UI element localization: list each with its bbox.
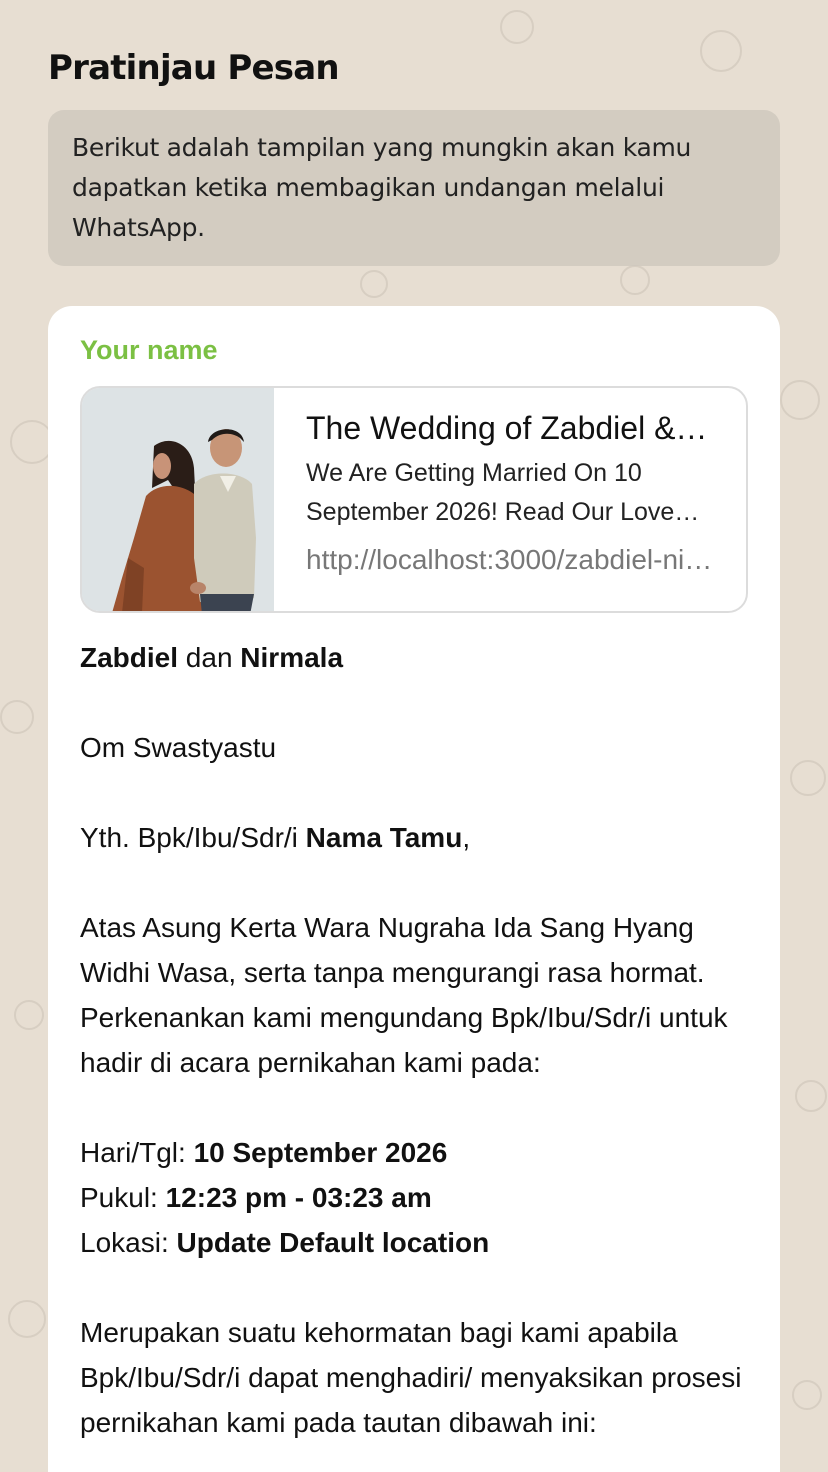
couple-names: Zabdiel dan Nirmala [80, 635, 748, 680]
link-preview-description: We Are Getting Married On 10 September 2… [306, 459, 675, 526]
recipient-prefix: Yth. Bpk/Ibu/Sdr/i [80, 822, 306, 853]
link-preview-title: The Wedding of Zabdiel & Nirmala [306, 410, 714, 446]
recipient-suffix: , [462, 822, 471, 853]
greeting: Om Swastyastu [80, 732, 277, 763]
message-preview-page: Pratinjau Pesan Berikut adalah tampilan … [0, 0, 828, 1472]
page-title: Pratinjau Pesan [48, 48, 340, 88]
closing-text: Merupakan suatu kehormatan bagi kami apa… [80, 1317, 742, 1438]
recipient-line: Yth. Bpk/Ibu/Sdr/i Nama Tamu, [80, 815, 748, 860]
sender-name: Your name [80, 335, 218, 365]
couple-connector: dan [178, 642, 241, 673]
time-label: Pukul: [80, 1182, 166, 1213]
invitation-text: Atas Asung Kerta Wara Nugraha Ida Sang H… [80, 912, 728, 1078]
chat-message-bubble: Your name The Wedding of Zabdiel & Ni We… [48, 306, 780, 1472]
time-value: 12:23 pm - 03:23 am [165, 1182, 432, 1213]
recipient-name: Nama Tamu [305, 822, 463, 853]
location-value: Update Default location [176, 1227, 490, 1258]
date-value: 10 September 2026 [193, 1137, 448, 1168]
bride-name: Nirmala [240, 642, 344, 673]
preview-notice: Berikut adalah tampilan yang mungkin aka… [48, 110, 780, 266]
message-body: Zabdiel dan Nirmala Om Swastyastu Yth. B… [80, 635, 748, 1445]
location-label: Lokasi: [80, 1227, 177, 1258]
link-preview-card[interactable]: The Wedding of Zabdiel & Nirmala We Are … [80, 386, 748, 613]
event-details: Hari/Tgl: 10 September 2026 Pukul: 12:23… [80, 1130, 748, 1265]
date-label: Hari/Tgl: [80, 1137, 194, 1168]
link-preview-url[interactable]: http://localhost:3000/zabdiel-nirmala [306, 540, 714, 580]
groom-name: Zabdiel [80, 642, 179, 673]
link-preview-text: The Wedding of Zabdiel & Nirmala We Are … [274, 388, 746, 611]
couple-photo [82, 388, 274, 611]
